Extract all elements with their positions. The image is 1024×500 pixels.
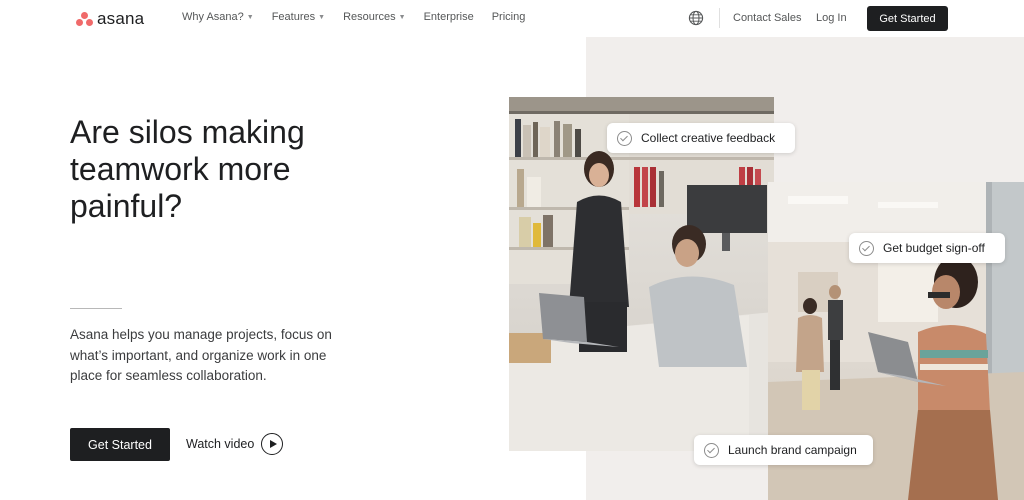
chip-label: Get budget sign-off xyxy=(883,241,985,255)
play-circle-icon xyxy=(261,433,284,455)
asana-logo[interactable]: asana xyxy=(76,9,144,29)
page: asana Why Asana? ▼ Features ▼ Resources … xyxy=(0,0,1024,500)
check-circle-icon xyxy=(859,240,874,256)
nav-link-label: Features xyxy=(271,11,316,23)
asana-logo-icon xyxy=(76,11,93,27)
chevron-down-icon: ▼ xyxy=(318,13,326,21)
check-circle-icon xyxy=(617,130,632,146)
nav-link-label: Why Asana? xyxy=(182,11,244,23)
globe-icon[interactable] xyxy=(688,10,704,26)
nav-link-label: Resources xyxy=(343,11,396,23)
divider-rule xyxy=(70,308,122,309)
hero-subtext: Asana helps you manage projects, focus o… xyxy=(70,327,332,383)
nav-divider xyxy=(719,8,720,28)
chevron-down-icon: ▼ xyxy=(246,13,254,21)
check-circle-icon xyxy=(704,442,719,458)
nav-get-started-button[interactable]: Get Started xyxy=(867,6,948,31)
chip-label: Collect creative feedback xyxy=(641,131,776,145)
contact-sales-link[interactable]: Contact Sales xyxy=(733,12,801,24)
nav-link-enterprise[interactable]: Enterprise xyxy=(424,11,474,23)
primary-nav: Why Asana? ▼ Features ▼ Resources ▼ Ente… xyxy=(182,11,543,23)
chevron-down-icon: ▼ xyxy=(398,13,406,21)
nav-link-label: Pricing xyxy=(491,11,526,23)
chip-label: Launch brand campaign xyxy=(728,443,857,457)
nav-link-resources[interactable]: Resources ▼ xyxy=(343,11,406,23)
chip-launch-brand-campaign: Launch brand campaign xyxy=(694,435,873,465)
logo-text: asana xyxy=(97,9,145,28)
nav-link-label: Enterprise xyxy=(423,11,474,23)
log-in-link[interactable]: Log In xyxy=(816,12,847,24)
nav-link-features[interactable]: Features ▼ xyxy=(272,11,325,23)
chip-collect-creative-feedback: Collect creative feedback xyxy=(607,123,795,153)
nav-link-pricing[interactable]: Pricing xyxy=(492,11,526,23)
top-nav: asana Why Asana? ▼ Features ▼ Resources … xyxy=(0,0,1024,37)
hero-headline: Are silos making teamwork more painful? xyxy=(70,114,305,224)
watch-video-label: Watch video xyxy=(186,437,255,451)
watch-video-button[interactable]: Watch video xyxy=(186,432,284,456)
chip-get-budget-sign-off: Get budget sign-off xyxy=(849,233,1005,263)
nav-link-why-asana[interactable]: Why Asana? ▼ xyxy=(182,11,254,23)
hero-get-started-button[interactable]: Get Started xyxy=(70,428,170,461)
